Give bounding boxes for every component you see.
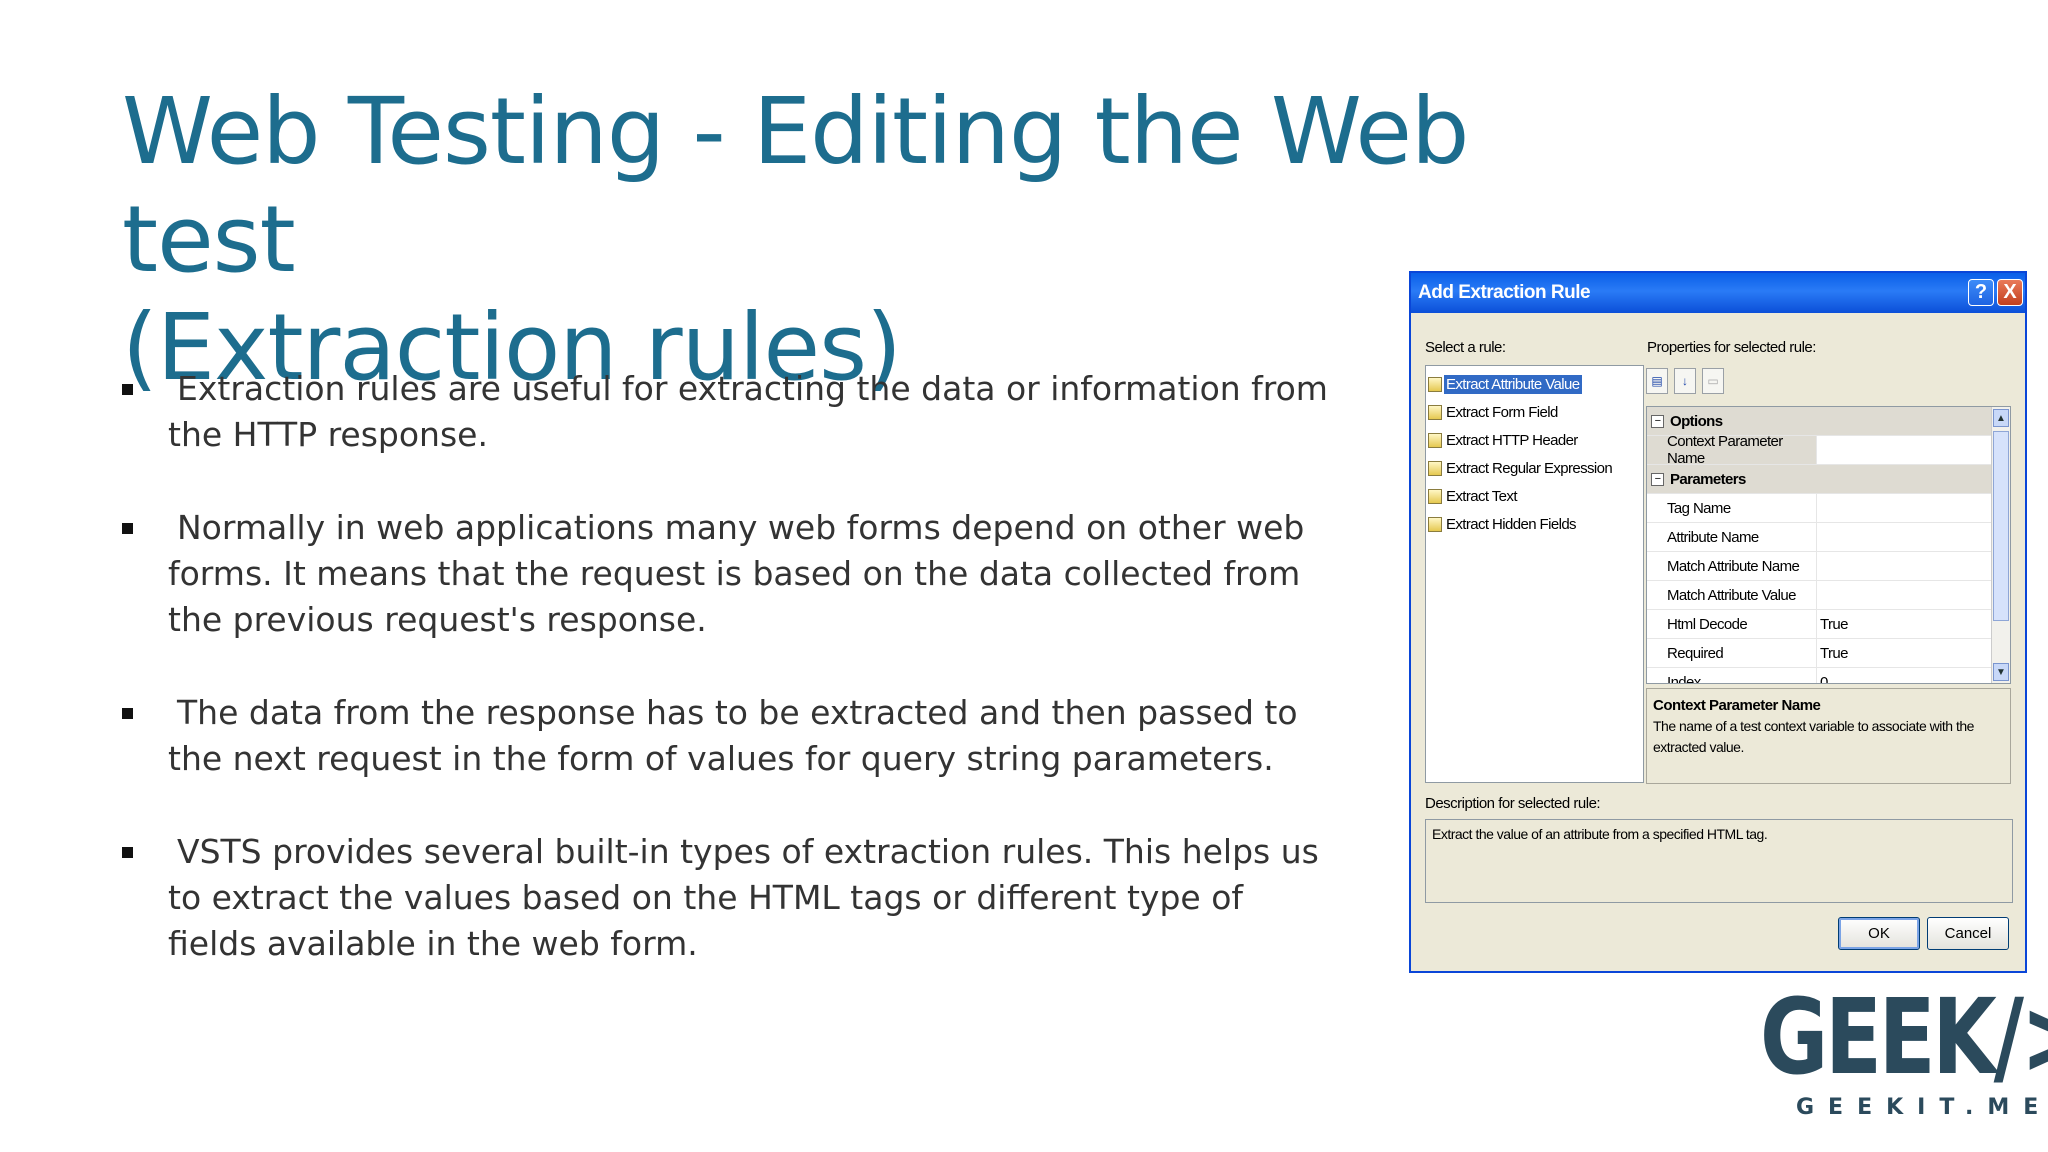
property-description-panel: Context Parameter Name The name of a tes… bbox=[1646, 688, 2011, 784]
slide-title: Web Testing - Editing the Web test (Extr… bbox=[122, 78, 1522, 402]
property-row-index[interactable]: Index 0 bbox=[1647, 668, 2010, 684]
property-description-text: The name of a test context variable to a… bbox=[1653, 718, 1974, 755]
rule-icon bbox=[1428, 432, 1442, 448]
rule-item-extract-attribute-value[interactable]: Extract Attribute Value bbox=[1426, 370, 1643, 398]
select-rule-label: Select a rule: bbox=[1425, 339, 1506, 356]
property-row-match-attribute-name[interactable]: Match Attribute Name bbox=[1647, 552, 2010, 581]
close-button[interactable]: X bbox=[1997, 279, 2023, 306]
property-grid[interactable]: Options Context Parameter Name Parameter… bbox=[1646, 406, 2011, 684]
scroll-up-icon[interactable]: ▲ bbox=[1993, 409, 2009, 427]
property-row-html-decode[interactable]: Html Decode True bbox=[1647, 610, 2010, 639]
rule-icon bbox=[1428, 376, 1442, 392]
property-row-required[interactable]: Required True bbox=[1647, 639, 2010, 668]
help-button[interactable]: ? bbox=[1968, 279, 1994, 306]
bullet-text: Normally in web applications many web fo… bbox=[168, 508, 1305, 639]
logo-mark: GEEK/> bbox=[1760, 976, 2048, 1098]
bullet-list: Extraction rules are useful for extracti… bbox=[120, 366, 1340, 1014]
categorized-view-icon[interactable]: ▤ bbox=[1646, 368, 1668, 394]
property-value[interactable] bbox=[1817, 523, 2010, 551]
property-value[interactable] bbox=[1817, 436, 2010, 464]
category-parameters[interactable]: Parameters bbox=[1647, 465, 2010, 494]
property-value[interactable] bbox=[1817, 581, 2010, 609]
scroll-down-icon[interactable]: ▼ bbox=[1993, 663, 2009, 681]
bullet-marker-icon bbox=[122, 708, 133, 719]
geekit-logo: GEEK/> GEEKIT.ME bbox=[1760, 985, 2048, 1125]
bullet-item: VSTS provides several built-in types of … bbox=[120, 829, 1340, 967]
bullet-item: Extraction rules are useful for extracti… bbox=[120, 366, 1340, 458]
rule-icon bbox=[1428, 460, 1442, 476]
bullet-marker-icon bbox=[122, 847, 133, 858]
rule-item-extract-text[interactable]: Extract Text bbox=[1426, 482, 1643, 510]
rule-icon bbox=[1428, 404, 1442, 420]
property-value[interactable] bbox=[1817, 552, 2010, 580]
bullet-marker-icon bbox=[122, 384, 133, 395]
dialog-title: Add Extraction Rule bbox=[1418, 282, 1591, 303]
property-row-context-parameter-name[interactable]: Context Parameter Name bbox=[1647, 433, 2010, 467]
property-pages-icon[interactable]: ▭ bbox=[1702, 368, 1724, 394]
rule-item-extract-http-header[interactable]: Extract HTTP Header bbox=[1426, 426, 1643, 454]
rule-item-extract-regular-expression[interactable]: Extract Regular Expression bbox=[1426, 454, 1643, 482]
logo-subtitle: GEEKIT.ME bbox=[1796, 1095, 2048, 1120]
property-grid-scrollbar[interactable]: ▲ ▼ bbox=[1991, 407, 2010, 683]
category-options[interactable]: Options bbox=[1647, 407, 2010, 436]
cancel-button[interactable]: Cancel bbox=[1927, 917, 2009, 950]
rule-icon bbox=[1428, 488, 1442, 504]
property-value[interactable] bbox=[1817, 494, 2010, 522]
bullet-item: Normally in web applications many web fo… bbox=[120, 505, 1340, 643]
rule-item-extract-hidden-fields[interactable]: Extract Hidden Fields bbox=[1426, 510, 1643, 538]
scroll-thumb[interactable] bbox=[1993, 431, 2009, 621]
ok-button[interactable]: OK bbox=[1838, 917, 1920, 950]
properties-label: Properties for selected rule: bbox=[1647, 339, 1816, 356]
property-value[interactable]: 0 bbox=[1817, 668, 2010, 684]
property-value[interactable]: True bbox=[1817, 610, 2010, 638]
rule-icon bbox=[1428, 516, 1442, 532]
slide-title-line-1: Web Testing - Editing the Web test bbox=[122, 78, 1469, 293]
dialog-titlebar[interactable]: Add Extraction Rule ? X bbox=[1411, 273, 2025, 313]
description-label: Description for selected rule: bbox=[1425, 795, 1601, 812]
rule-list[interactable]: Extract Attribute Value Extract Form Fie… bbox=[1425, 365, 1644, 783]
add-extraction-rule-dialog: Add Extraction Rule ? X Select a rule: P… bbox=[1409, 271, 2027, 973]
property-row-tag-name[interactable]: Tag Name bbox=[1647, 494, 2010, 523]
bullet-text: Extraction rules are useful for extracti… bbox=[168, 369, 1328, 454]
property-description-title: Context Parameter Name bbox=[1653, 697, 1821, 714]
bullet-text: The data from the response has to be ext… bbox=[168, 693, 1298, 778]
property-value[interactable]: True bbox=[1817, 639, 2010, 667]
rule-description-box: Extract the value of an attribute from a… bbox=[1425, 819, 2013, 903]
bullet-text: VSTS provides several built-in types of … bbox=[168, 832, 1319, 963]
alphabetical-sort-icon[interactable]: ↓ bbox=[1674, 368, 1696, 394]
property-row-match-attribute-value[interactable]: Match Attribute Value bbox=[1647, 581, 2010, 610]
rule-item-extract-form-field[interactable]: Extract Form Field bbox=[1426, 398, 1643, 426]
bullet-marker-icon bbox=[122, 523, 133, 534]
property-toolbar: ▤ ↓ ▭ bbox=[1646, 368, 1724, 394]
bullet-item: The data from the response has to be ext… bbox=[120, 690, 1340, 782]
property-row-attribute-name[interactable]: Attribute Name bbox=[1647, 523, 2010, 552]
